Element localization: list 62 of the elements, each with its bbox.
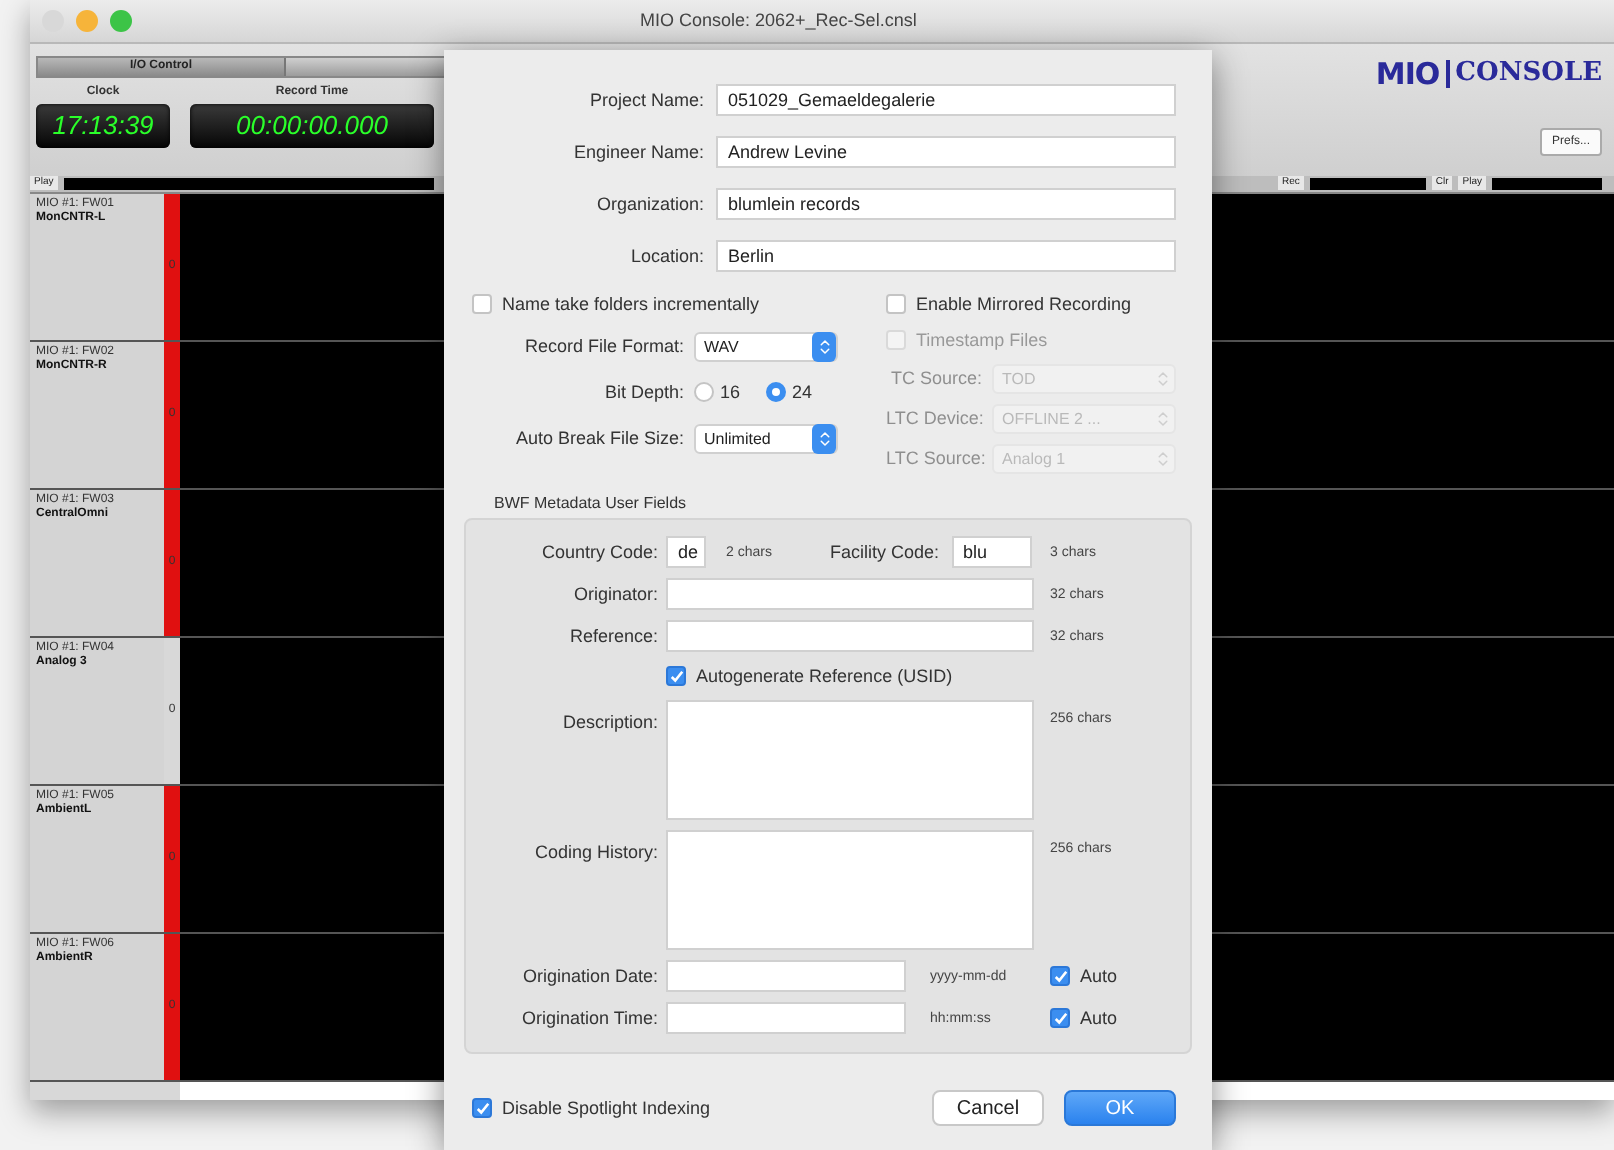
- text-field[interactable]: blumlein records: [716, 188, 1176, 220]
- field-label: Location:: [628, 246, 704, 266]
- radio-label: 16: [720, 382, 741, 402]
- text-field[interactable]: 051029_Gemaeldegalerie: [716, 84, 1176, 116]
- field-label: Description:: [560, 710, 658, 732]
- radio-button[interactable]: [694, 382, 714, 402]
- field-label: Origination Time:: [519, 1008, 658, 1028]
- field-label: Engineer Name:: [571, 142, 704, 162]
- checkbox-label: Auto: [1080, 1008, 1118, 1028]
- text-field[interactable]: [666, 620, 1034, 652]
- format-select[interactable]: WAV: [694, 331, 838, 361]
- group-title: BWF Metadata User Fields: [494, 494, 689, 512]
- stepper-icon: [812, 331, 836, 361]
- window-title: MIO Console: 2062+_Rec-Sel.cnsl: [640, 10, 917, 31]
- text-area[interactable]: [666, 700, 1034, 820]
- text-field[interactable]: Berlin: [716, 240, 1176, 272]
- field-label: Origination Date:: [520, 966, 658, 986]
- record-time-display: 00:00:00.000: [190, 103, 434, 148]
- field-label: Reference:: [567, 626, 658, 646]
- field-label: Record File Format:: [522, 336, 684, 356]
- checkbox[interactable]: [1050, 1008, 1070, 1028]
- text-field[interactable]: [666, 1002, 906, 1034]
- field-label: Facility Code:: [830, 542, 940, 562]
- checkbox-label: Enable Mirrored Recording: [916, 294, 1132, 314]
- level-bar: [1492, 177, 1602, 190]
- checkbox-label: Timestamp Files: [916, 330, 1048, 350]
- field-label: Coding History:: [532, 840, 658, 862]
- minimize-icon[interactable]: [76, 9, 98, 32]
- text-field[interactable]: de: [666, 536, 706, 568]
- field-label: LTC Device:: [886, 408, 982, 428]
- field-label: Auto Break File Size:: [513, 428, 684, 448]
- checkbox[interactable]: [886, 294, 906, 314]
- cancel-button[interactable]: Cancel: [932, 1090, 1044, 1126]
- checkbox[interactable]: [472, 1098, 492, 1118]
- field-label: Organization:: [594, 194, 704, 214]
- logo-text: CONSOLE: [1455, 58, 1602, 89]
- level-bar: [1309, 177, 1426, 190]
- field-label: LTC Source:: [886, 448, 982, 468]
- text-field[interactable]: blu: [951, 536, 1032, 568]
- checkbox[interactable]: [666, 666, 686, 686]
- field-label: TC Source:: [888, 368, 982, 388]
- logo-text: MIO: [1375, 55, 1440, 92]
- text-field[interactable]: [666, 578, 1034, 610]
- radio-label: 24: [792, 382, 813, 402]
- checkbox[interactable]: [1050, 966, 1070, 986]
- zoom-icon[interactable]: [110, 9, 132, 32]
- text-field[interactable]: Andrew Levine: [716, 136, 1176, 168]
- field-label: Originator:: [571, 584, 658, 604]
- stepper-icon: [812, 423, 836, 453]
- checkbox-label: Auto: [1080, 966, 1118, 986]
- size-select[interactable]: Unlimited: [694, 423, 838, 453]
- text-area[interactable]: [666, 830, 1034, 950]
- clock-display: 17:13:39: [36, 103, 170, 148]
- radio-button[interactable]: [766, 382, 787, 402]
- checkbox-label: Autogenerate Reference (USID): [696, 666, 953, 686]
- checkbox-label: Disable Spotlight Indexing: [502, 1098, 711, 1118]
- field-label: Bit Depth:: [602, 382, 684, 402]
- text-field[interactable]: [666, 960, 906, 992]
- field-label: Project Name:: [587, 90, 704, 110]
- checkbox-label: Name take folders incrementally: [502, 294, 760, 314]
- field-label: Country Code:: [539, 542, 658, 562]
- checkbox[interactable]: [472, 294, 492, 314]
